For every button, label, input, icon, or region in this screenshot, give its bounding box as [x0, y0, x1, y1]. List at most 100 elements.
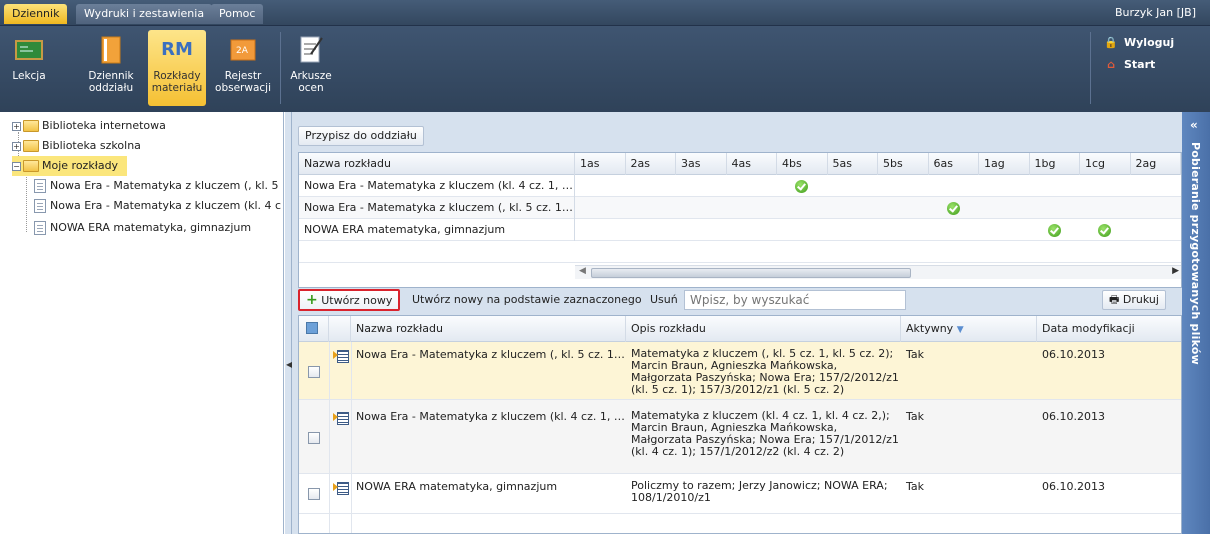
expand-icon[interactable]: + — [12, 121, 21, 131]
lock-icon: 🔒 — [1104, 36, 1118, 49]
row-checkbox[interactable] — [308, 432, 320, 444]
assignment-grid-header: Nazwa rozkładu 1as 2as 3as 4as 4bs 5as 5bs 6as 1… — [299, 153, 1181, 175]
assignment-row-name: Nowa Era - Matematyka z kluczem (, kl. 5… — [299, 197, 575, 219]
rm-icon: RM — [161, 39, 193, 60]
column-header-class[interactable]: 4as — [727, 153, 777, 175]
schedule-list-grid: Nazwa rozkładu Opis rozkładu Aktywny ▼ D… — [298, 315, 1182, 534]
assign-to-class-button[interactable]: Przypisz do oddziału — [298, 126, 424, 146]
select-all-icon[interactable] — [306, 322, 318, 334]
library-tree: + Biblioteka internetowa + Biblioteka szko… — [0, 112, 284, 534]
row-active: Tak — [906, 410, 925, 423]
menu-tab-dziennik[interactable]: Dziennik — [4, 4, 68, 24]
assigned-check-icon[interactable] — [795, 180, 808, 193]
column-header-class[interactable]: 5bs — [878, 153, 929, 175]
menu-bar: Dziennik Wydruki i zestawienia Pomoc Bur… — [0, 0, 1210, 26]
schedule-list-header: Nazwa rozkładu Opis rozkładu Aktywny ▼ D… — [299, 316, 1181, 342]
column-header-class[interactable]: 2as — [626, 153, 676, 175]
assigned-check-icon[interactable] — [946, 202, 960, 215]
plus-icon: + — [306, 292, 318, 308]
ribbon-rejestr-obserwacji-button[interactable]: 2A Rejestr obserwacji — [212, 30, 274, 106]
assigned-check-icon[interactable] — [1098, 224, 1111, 237]
assignment-row[interactable]: NOWA ERA matematyka, gimnazjum — [299, 219, 1181, 241]
column-header-name[interactable]: Nazwa rozkładu — [299, 153, 575, 175]
column-header-class[interactable]: 1ag — [979, 153, 1030, 175]
downloads-side-panel[interactable]: « Pobieranie przygotowanych plików — [1182, 112, 1210, 534]
icon-column-header — [329, 316, 351, 342]
main-panel: Przypisz do oddziału Nazwa rozkładu 1as 2… — [292, 112, 1182, 534]
column-header-class[interactable]: 1bg — [1030, 153, 1080, 175]
column-header-class[interactable]: 2ag — [1131, 153, 1181, 175]
column-header-class[interactable]: 6as — [929, 153, 979, 175]
create-new-button[interactable]: + Utwórz nowy — [298, 289, 401, 311]
app-header: Dziennik Wydruki i zestawienia Pomoc Bur… — [0, 0, 1210, 112]
column-header-class[interactable]: 5as — [828, 153, 878, 175]
expand-panel-icon[interactable]: « — [1190, 118, 1198, 132]
scroll-right-icon[interactable]: ▶ — [1172, 266, 1179, 276]
print-button[interactable]: 🖶 Drukuj — [1102, 290, 1166, 310]
schedule-icon — [333, 350, 349, 363]
search-input[interactable] — [684, 290, 906, 310]
column-divider — [329, 342, 330, 533]
assigned-check-icon[interactable] — [1047, 224, 1061, 237]
select-all-column[interactable] — [299, 316, 329, 342]
assignment-row-name: NOWA ERA matematyka, gimnazjum — [299, 219, 575, 241]
logout-link[interactable]: 🔒 Wyloguj — [1104, 36, 1174, 49]
row-modified: 06.10.2013 — [1042, 348, 1105, 361]
tree-item-rozklad[interactable]: NOWA ERA matematyka, gimnazjum — [34, 218, 284, 238]
scrollbar-thumb[interactable] — [591, 268, 911, 278]
folder-icon — [23, 140, 39, 152]
row-modified: 06.10.2013 — [1042, 410, 1105, 423]
row-checkbox[interactable] — [308, 366, 320, 378]
column-divider — [351, 342, 352, 533]
collapse-icon[interactable]: − — [12, 161, 21, 171]
ribbon-rozklady-materialu-button[interactable]: RM Rozkłady materiału — [148, 30, 206, 106]
scroll-left-icon[interactable]: ◀ — [579, 266, 586, 276]
row-name: Nowa Era - Matematyka z kluczem (kl. 4 c… — [356, 410, 626, 423]
column-header-description[interactable]: Opis rozkładu — [626, 316, 901, 342]
ribbon-arkusze-ocen-button[interactable]: Arkusze ocen — [288, 30, 334, 106]
ribbon-dziennik-oddzialu-button[interactable]: Dziennik oddziału — [82, 30, 140, 106]
column-header-class[interactable]: 4bs — [777, 153, 828, 175]
open-folder-icon — [23, 160, 39, 172]
tree-item-rozklad[interactable]: Nowa Era - Matematyka z kluczem (kl. 4 c — [34, 196, 284, 216]
column-header-class[interactable]: 3as — [676, 153, 727, 175]
column-header-modified[interactable]: Data modyfikacji — [1037, 316, 1181, 342]
expand-icon[interactable]: + — [12, 141, 21, 151]
menu-tab-wydruki[interactable]: Wydruki i zestawienia — [76, 4, 213, 24]
tree-item-biblioteka-internetowa[interactable]: + Biblioteka internetowa — [12, 116, 282, 136]
horizontal-scrollbar[interactable]: ◀ ▶ — [575, 265, 1181, 279]
sort-desc-icon: ▼ — [956, 325, 964, 335]
table-row[interactable]: Nowa Era - Matematyka z kluczem (, kl. 5… — [299, 342, 1181, 400]
document-icon — [34, 221, 46, 235]
tree-item-biblioteka-szkolna[interactable]: + Biblioteka szkolna — [12, 136, 282, 156]
row-active: Tak — [906, 480, 925, 493]
delete-button[interactable]: Usuń — [650, 290, 678, 310]
table-row[interactable]: Nowa Era - Matematyka z kluczem (kl. 4 c… — [299, 400, 1181, 474]
ribbon-lekcja-button[interactable]: Lekcja — [4, 30, 54, 106]
start-link[interactable]: ⌂ Start — [1104, 58, 1155, 71]
document-icon — [34, 179, 46, 193]
user-name: Burzyk Jan [JB] — [1114, 6, 1196, 19]
column-header-class[interactable]: 1as — [575, 153, 626, 175]
tree-item-moje-rozklady[interactable]: − Moje rozkłady — [12, 156, 127, 176]
assignment-row-name: Nowa Era - Matematyka z kluczem (kl. 4 c… — [299, 175, 575, 197]
column-header-active[interactable]: Aktywny ▼ — [901, 316, 1037, 342]
row-description: Matematyka z kluczem (kl. 4 cz. 1, kl. 4… — [631, 410, 899, 458]
assignment-row[interactable]: Nowa Era - Matematyka z kluczem (kl. 4 c… — [299, 175, 1181, 197]
table-row[interactable]: NOWA ERA matematyka, gimnazjum Policzmy … — [299, 474, 1181, 514]
observation-register-icon: 2A — [227, 34, 259, 66]
column-header-name[interactable]: Nazwa rozkładu — [351, 316, 626, 342]
column-header-class[interactable]: 1cg — [1080, 153, 1131, 175]
grade-sheets-icon — [295, 34, 327, 66]
menu-tab-pomoc[interactable]: Pomoc — [211, 4, 264, 24]
panel-splitter[interactable]: ◀ — [285, 112, 292, 534]
row-active: Tak — [906, 348, 925, 361]
assignment-row[interactable]: Nowa Era - Matematyka z kluczem (, kl. 5… — [299, 197, 1181, 219]
lesson-board-icon — [13, 34, 45, 66]
assignment-grid: Nazwa rozkładu 1as 2as 3as 4as 4bs 5as 5bs 6as 1… — [298, 152, 1182, 288]
create-from-selected-button[interactable]: Utwórz nowy na podstawie zaznaczonego — [412, 290, 642, 310]
row-description: Policzmy to razem; Jerzy Janowicz; NOWA … — [631, 480, 888, 504]
row-name: NOWA ERA matematyka, gimnazjum — [356, 480, 558, 493]
tree-item-rozklad[interactable]: Nowa Era - Matematyka z kluczem (, kl. 5 — [34, 176, 284, 196]
row-checkbox[interactable] — [308, 488, 320, 500]
